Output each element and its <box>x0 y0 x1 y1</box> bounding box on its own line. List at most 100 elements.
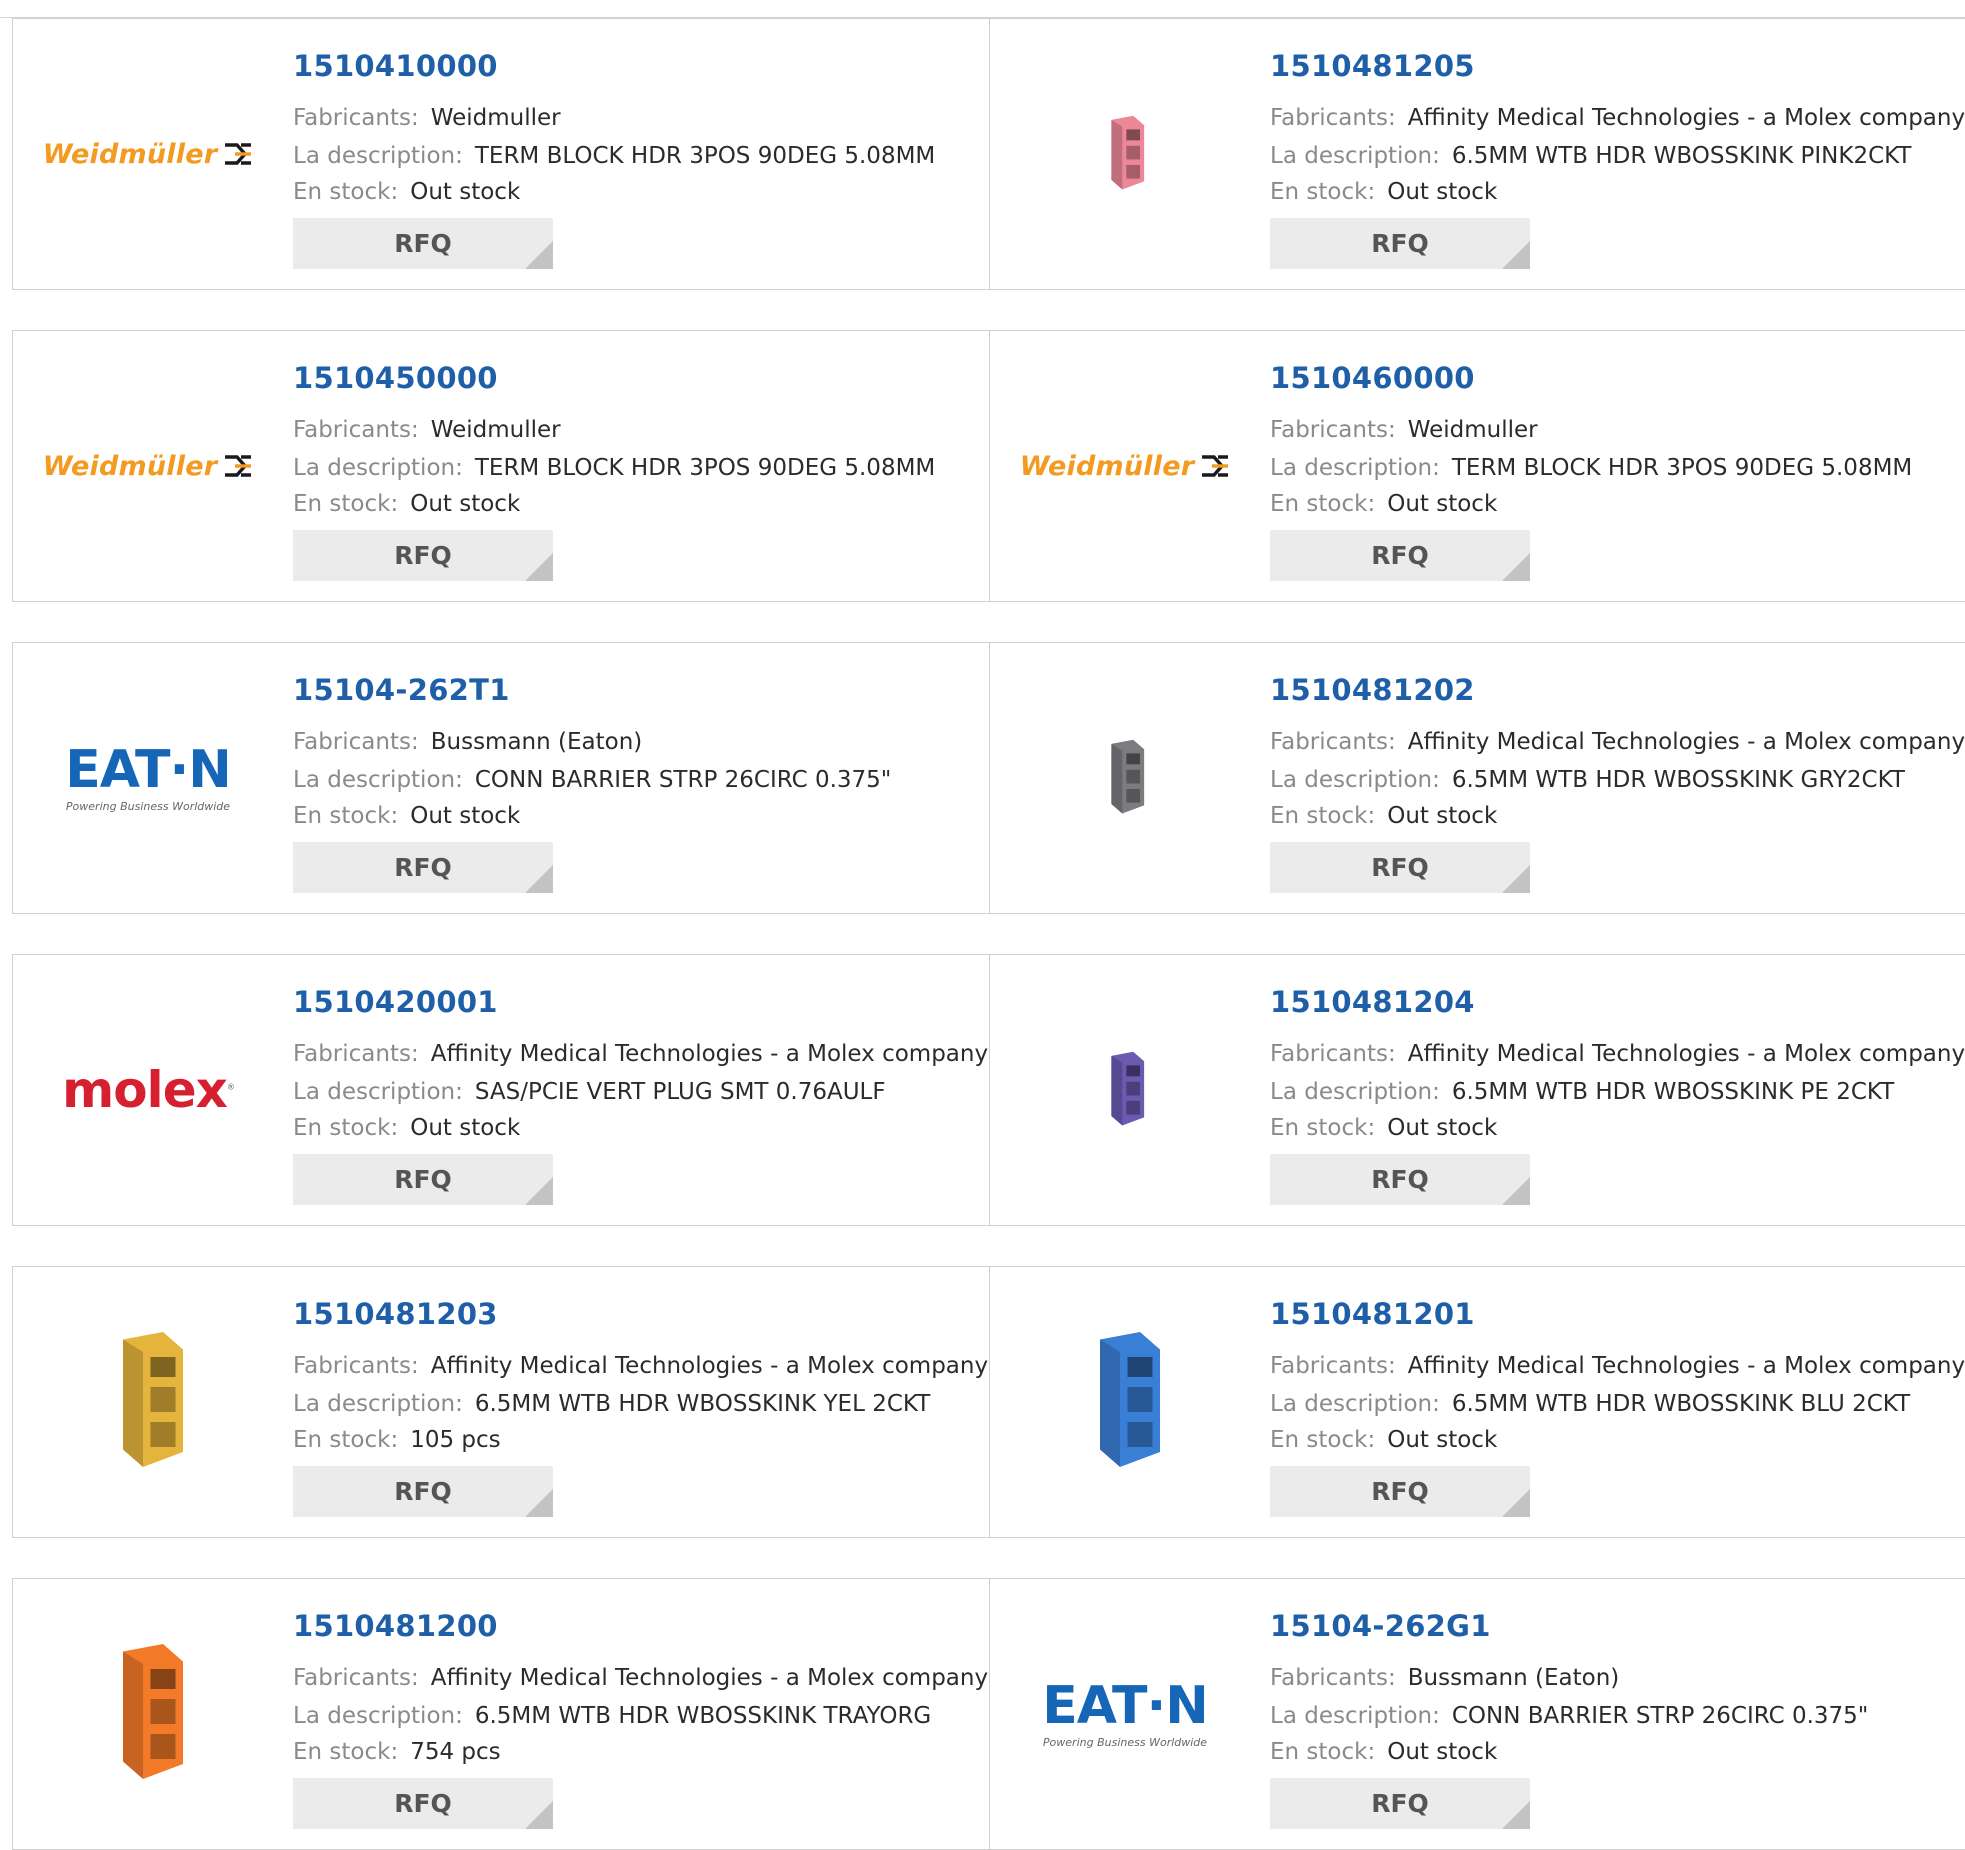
rfq-corner-icon <box>525 553 553 581</box>
product-thumbnail[interactable] <box>1020 673 1230 883</box>
product-thumbnail[interactable] <box>43 1609 253 1819</box>
weidmuller-logo-text: Weidmüller <box>42 138 218 170</box>
stock-label: En stock: <box>1270 1739 1376 1765</box>
rfq-button[interactable]: RFQ <box>293 1154 553 1205</box>
connector-image <box>123 1332 183 1467</box>
description-label: La description: <box>1270 1079 1440 1105</box>
rfq-button-label: RFQ <box>1371 229 1429 258</box>
rfq-button[interactable]: RFQ <box>293 842 553 893</box>
stock-value: 754 pcs <box>410 1739 501 1765</box>
stock-value: Out stock <box>1387 1739 1498 1765</box>
description-value: TERM BLOCK HDR 3POS 90DEG 5.08MM <box>474 143 936 169</box>
rfq-button[interactable]: RFQ <box>1270 218 1530 269</box>
product-card: Weidmüller 1510410000 Fabricants: Weidmulle… <box>12 18 992 290</box>
eaton-tagline: Powering Business Worldwide <box>65 799 231 813</box>
part-number-link[interactable]: 1510450000 <box>293 361 498 395</box>
rfq-button[interactable]: RFQ <box>1270 1466 1530 1517</box>
stock-label: En stock: <box>293 491 399 517</box>
part-number-link[interactable]: 1510460000 <box>1270 361 1475 395</box>
stock-label: En stock: <box>1270 179 1376 205</box>
stock-row: En stock: Out stock <box>1270 491 1497 517</box>
stock-row: En stock: Out stock <box>1270 179 1497 205</box>
stock-value: Out stock <box>410 803 521 829</box>
part-number-link[interactable]: 1510420001 <box>293 985 498 1019</box>
stock-value: Out stock <box>1387 179 1498 205</box>
product-thumbnail[interactable] <box>43 1297 253 1507</box>
manufacturer-row: Fabricants: Weidmuller <box>293 417 561 443</box>
rfq-button[interactable]: RFQ <box>293 530 553 581</box>
manufacturer-value: Affinity Medical Technologies - a Molex … <box>1407 729 1965 755</box>
rfq-button-label: RFQ <box>394 1789 452 1818</box>
manufacturer-label: Fabricants: <box>1270 105 1396 131</box>
rfq-button-label: RFQ <box>394 1165 452 1194</box>
rfq-button-label: RFQ <box>394 853 452 882</box>
description-label: La description: <box>293 1391 463 1417</box>
stock-label: En stock: <box>1270 1427 1376 1453</box>
part-number-link[interactable]: 1510410000 <box>293 49 498 83</box>
rfq-button[interactable]: RFQ <box>1270 1778 1530 1829</box>
product-thumbnail[interactable]: Weidmüller <box>43 49 253 259</box>
product-thumbnail[interactable]: EAT·N Powering Business Worldwide <box>1020 1609 1230 1819</box>
product-card: 1510481201 Fabricants: Affinity Medical Te… <box>989 1266 1965 1538</box>
description-label: La description: <box>293 1079 463 1105</box>
manufacturer-value: Affinity Medical Technologies - a Molex … <box>430 1665 989 1691</box>
description-value: 6.5MM WTB HDR WBOSSKINK PE 2CKT <box>1451 1079 1895 1105</box>
description-label: La description: <box>1270 1391 1440 1417</box>
description-row: La description: CONN BARRIER STRP 26CIRC … <box>1270 1703 1868 1729</box>
product-card: 1510481203 Fabricants: Affinity Medical Te… <box>12 1266 992 1538</box>
product-card: 1510481205 Fabricants: Affinity Medical Te… <box>989 18 1965 290</box>
rfq-corner-icon <box>525 1801 553 1829</box>
part-number-link[interactable]: 1510481205 <box>1270 49 1475 83</box>
rfq-button[interactable]: RFQ <box>1270 1154 1530 1205</box>
product-thumbnail[interactable] <box>1020 1297 1230 1507</box>
manufacturer-label: Fabricants: <box>293 1041 419 1067</box>
manufacturer-value: Affinity Medical Technologies - a Molex … <box>430 1353 989 1379</box>
rfq-corner-icon <box>1502 1801 1530 1829</box>
manufacturer-row: Fabricants: Affinity Medical Technologies… <box>293 1041 988 1067</box>
rfq-button[interactable]: RFQ <box>293 1466 553 1517</box>
part-number-link[interactable]: 1510481203 <box>293 1297 498 1331</box>
product-thumbnail[interactable] <box>1020 49 1230 259</box>
product-thumbnail[interactable] <box>1020 985 1230 1195</box>
stock-value: Out stock <box>1387 1115 1498 1141</box>
rfq-button[interactable]: RFQ <box>1270 842 1530 893</box>
part-number-link[interactable]: 15104-262G1 <box>1270 1609 1491 1643</box>
rfq-button-label: RFQ <box>1371 1477 1429 1506</box>
stock-row: En stock: Out stock <box>293 179 520 205</box>
description-value: 6.5MM WTB HDR WBOSSKINK TRAYORG <box>474 1703 932 1729</box>
manufacturer-row: Fabricants: Weidmuller <box>293 105 561 131</box>
manufacturer-row: Fabricants: Weidmuller <box>1270 417 1538 443</box>
product-card: Weidmüller 1510460000 Fabricants: Weidmulle… <box>989 330 1965 602</box>
molex-logo: molex® <box>62 1061 235 1119</box>
connector-image <box>123 1644 183 1779</box>
description-value: 6.5MM WTB HDR WBOSSKINK YEL 2CKT <box>474 1391 931 1417</box>
weidmuller-mark-icon <box>225 143 252 165</box>
product-thumbnail[interactable]: Weidmüller <box>43 361 253 571</box>
part-number-link[interactable]: 1510481204 <box>1270 985 1475 1019</box>
product-thumbnail[interactable]: EAT·N Powering Business Worldwide <box>43 673 253 883</box>
product-thumbnail[interactable]: molex® <box>43 985 253 1195</box>
manufacturer-value: Bussmann (Eaton) <box>430 729 643 755</box>
part-number-link[interactable]: 1510481200 <box>293 1609 498 1643</box>
stock-row: En stock: Out stock <box>1270 1427 1497 1453</box>
description-value: CONN BARRIER STRP 26CIRC 0.375" <box>1451 1703 1869 1729</box>
product-thumbnail[interactable]: Weidmüller <box>1020 361 1230 571</box>
manufacturer-value: Weidmuller <box>430 105 561 131</box>
rfq-button[interactable]: RFQ <box>293 218 553 269</box>
product-card: EAT·N Powering Business Worldwide 15104-26… <box>12 642 992 914</box>
stock-value: Out stock <box>1387 1427 1498 1453</box>
part-number-link[interactable]: 15104-262T1 <box>293 673 510 707</box>
manufacturer-row: Fabricants: Bussmann (Eaton) <box>293 729 642 755</box>
manufacturer-label: Fabricants: <box>293 417 419 443</box>
manufacturer-label: Fabricants: <box>293 1665 419 1691</box>
part-number-link[interactable]: 1510481202 <box>1270 673 1475 707</box>
stock-label: En stock: <box>1270 803 1376 829</box>
part-number-link[interactable]: 1510481201 <box>1270 1297 1475 1331</box>
rfq-button[interactable]: RFQ <box>1270 530 1530 581</box>
connector-image <box>1111 739 1145 814</box>
manufacturer-label: Fabricants: <box>1270 1353 1396 1379</box>
stock-value: Out stock <box>410 1115 521 1141</box>
rfq-button[interactable]: RFQ <box>293 1778 553 1829</box>
manufacturer-value: Affinity Medical Technologies - a Molex … <box>1407 105 1965 131</box>
stock-label: En stock: <box>1270 491 1376 517</box>
